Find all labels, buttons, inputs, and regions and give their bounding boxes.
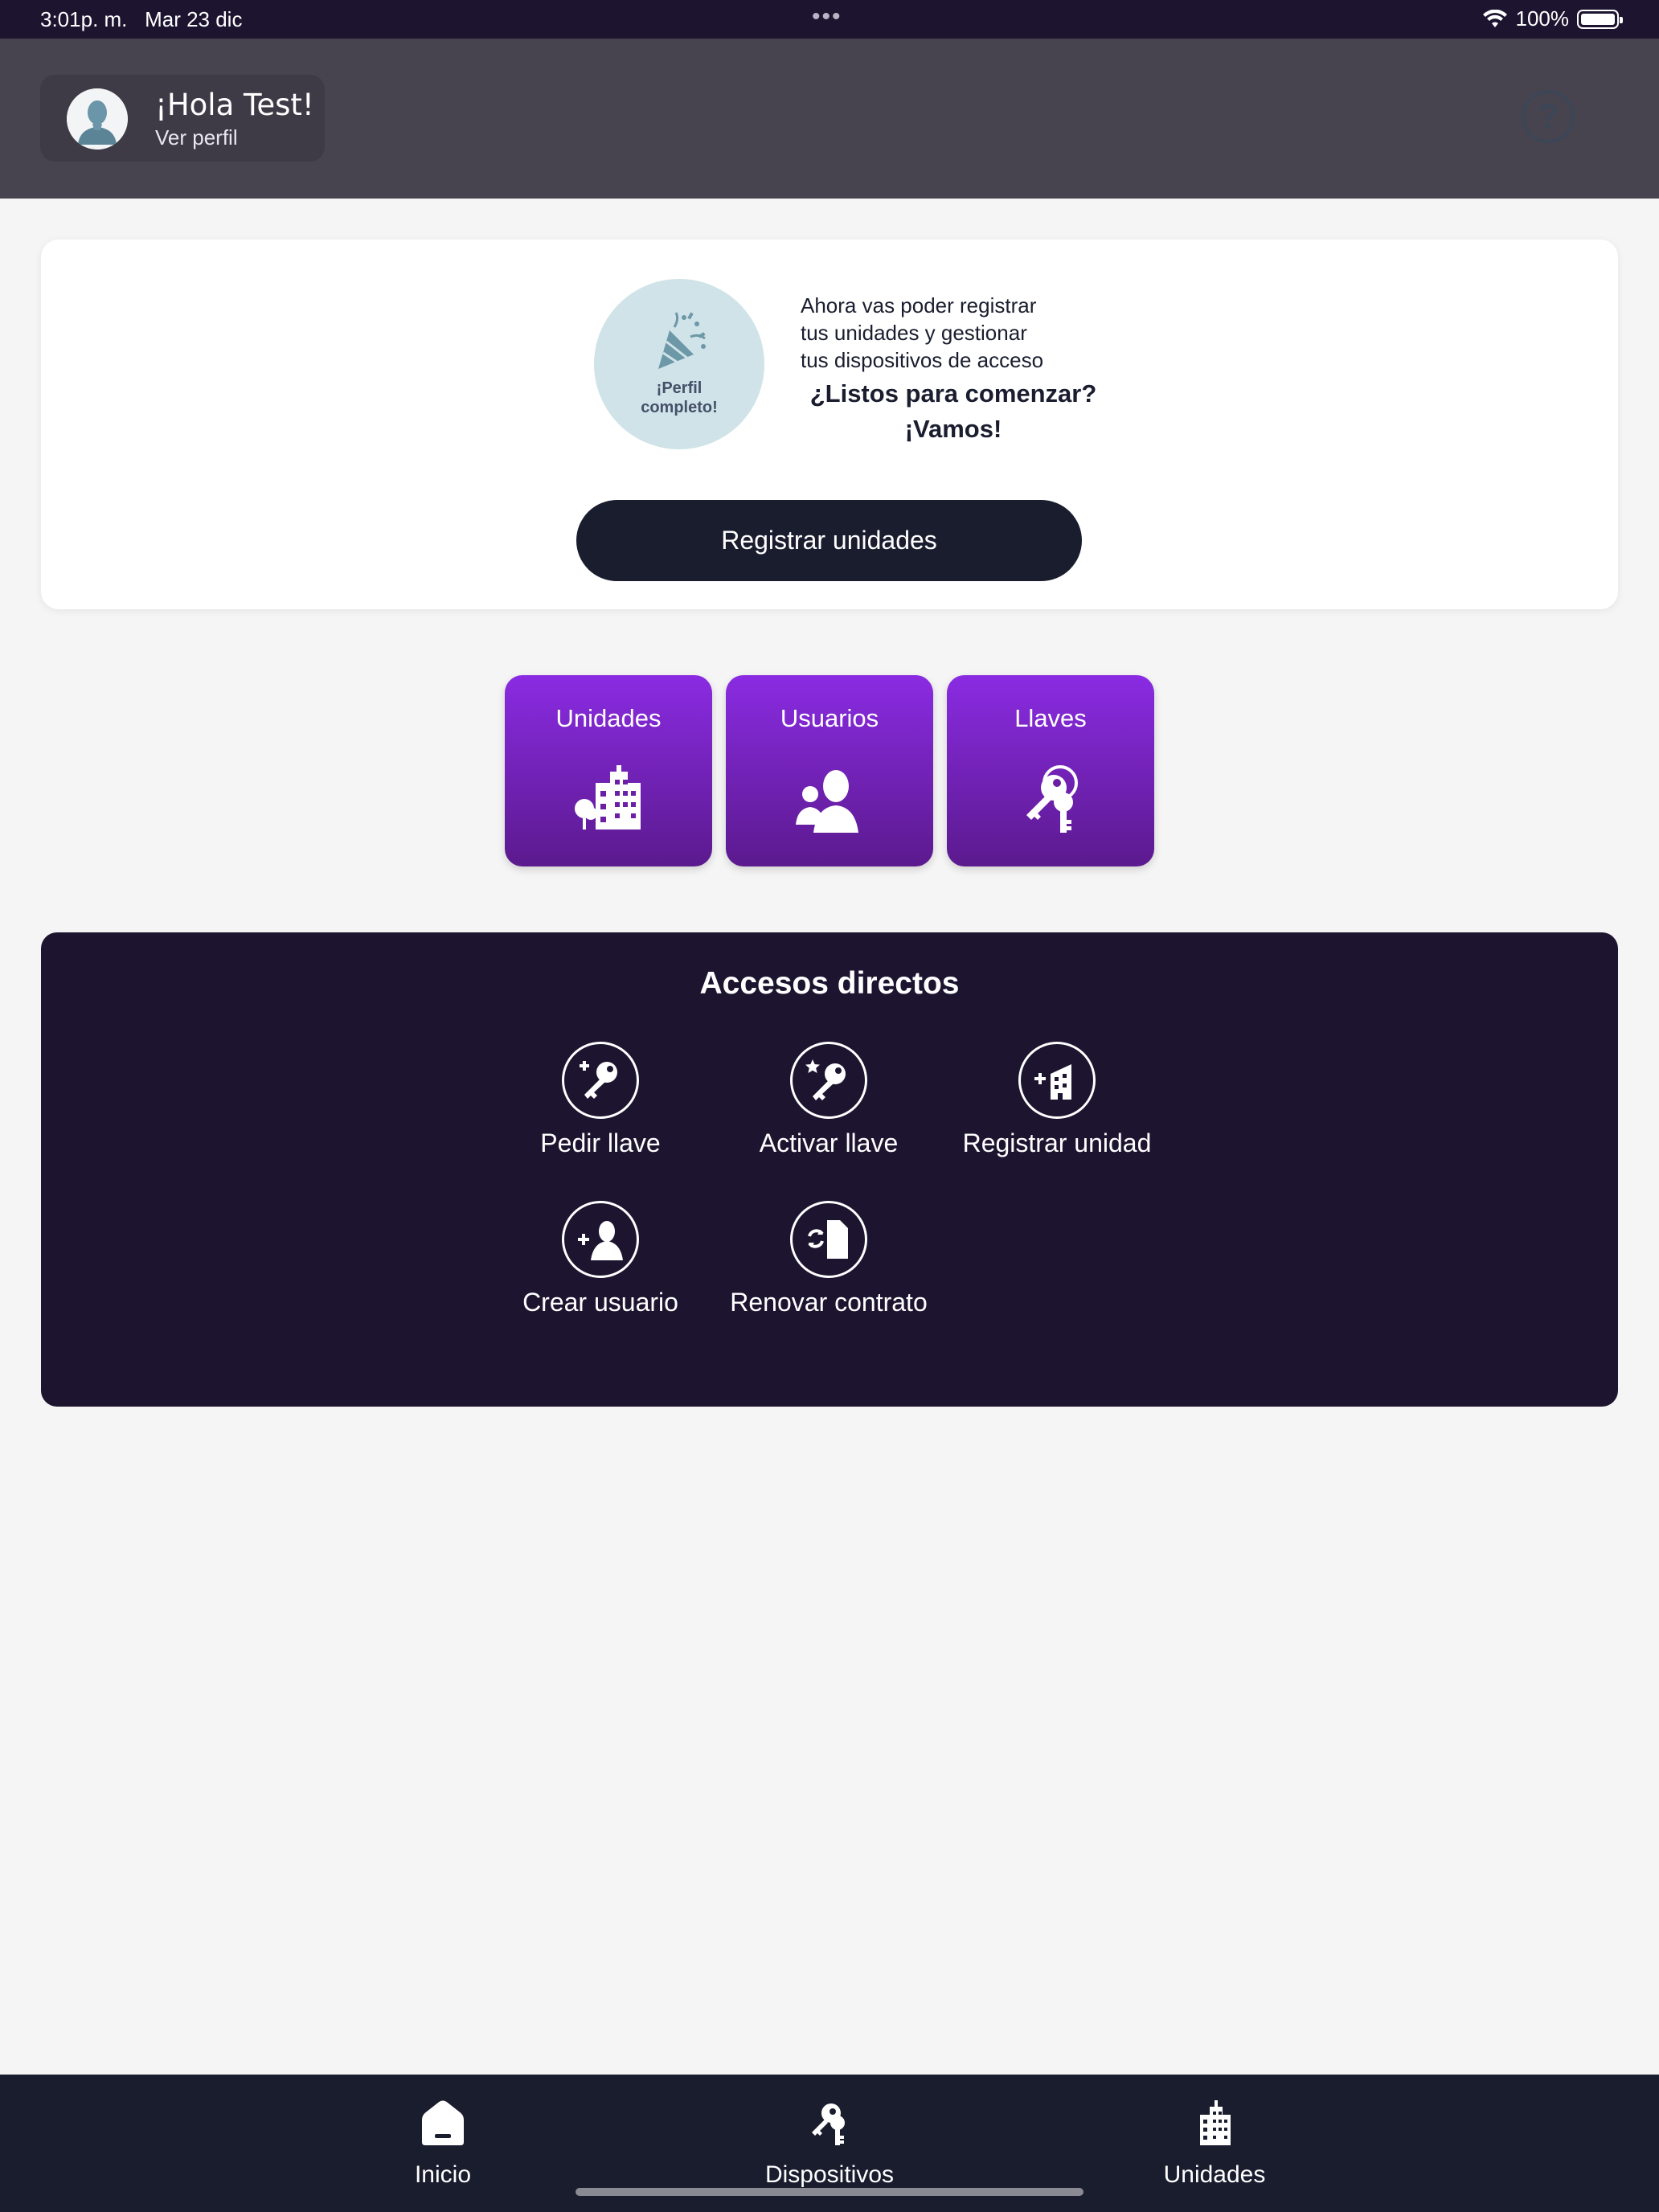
tile-llaves[interactable]: Llaves (947, 675, 1154, 866)
shortcut-label: Pedir llave (540, 1129, 661, 1157)
profile-chip[interactable]: ¡Hola Test! Ver perfil (40, 75, 325, 162)
shortcut-label: Crear usuario (522, 1288, 678, 1317)
multitasking-dots-icon[interactable]: ••• (812, 3, 842, 31)
promo-description: Ahora vas poder registrar tus unidades y… (801, 292, 1122, 374)
status-right: 100% (1482, 6, 1623, 31)
badge-label: ¡Perfil completo! (594, 379, 764, 417)
tab-label: Dispositivos (764, 2161, 895, 2188)
shortcut-label: Activar llave (759, 1129, 899, 1157)
shortcut-label: Renovar contrato (730, 1288, 928, 1317)
activate-key-icon (790, 1042, 867, 1119)
users-icon (796, 770, 858, 833)
shortcut-request-key[interactable]: Pedir llave (484, 1042, 717, 1158)
wifi-icon (1482, 9, 1507, 27)
keys-icon (1026, 765, 1078, 833)
header: ¡Hola Test! Ver perfil ? (0, 39, 1659, 199)
promo-text-line-2: tus unidades y gestionar (801, 321, 1027, 345)
party-popper-icon (658, 312, 706, 369)
shortcut-register-unit[interactable]: Registrar unidad (940, 1042, 1174, 1158)
key-icon (812, 2103, 845, 2145)
building-icon (575, 765, 641, 830)
promo-go: ¡Vamos! (904, 415, 1002, 443)
avatar-icon (67, 88, 128, 150)
shortcut-label: Registrar unidad (962, 1129, 1152, 1157)
register-units-button[interactable]: Registrar unidades (576, 500, 1082, 581)
renew-contract-icon (790, 1201, 867, 1278)
status-time-text: 3:01p. m. (40, 7, 128, 31)
tab-label: Inicio (414, 2161, 472, 2188)
shortcuts-panel: Accesos directos Pedir llave Activar lla… (41, 932, 1618, 1407)
add-user-icon (562, 1201, 639, 1278)
shortcut-create-user[interactable]: Crear usuario (484, 1201, 717, 1317)
shortcut-activate-key[interactable]: Activar llave (712, 1042, 945, 1158)
promo-text-line-1: Ahora vas poder registrar (801, 293, 1037, 317)
view-profile-link[interactable]: Ver perfil (155, 125, 238, 150)
battery-percent: 100% (1515, 6, 1570, 31)
building-icon (1200, 2100, 1231, 2145)
home-icon (422, 2100, 464, 2145)
tab-label: Unidades (1163, 2161, 1266, 2188)
help-icon[interactable]: ? (1522, 90, 1575, 143)
shortcut-renew-contract[interactable]: Renovar contrato (712, 1201, 945, 1317)
add-key-icon (562, 1042, 639, 1119)
promo-question: ¿Listos para comenzar? (809, 379, 1097, 408)
badge-line-1: ¡Perfil (656, 379, 703, 397)
tile-label: Unidades (555, 704, 662, 732)
profile-complete-card: ¡Perfil completo! Ahora vas poder regist… (41, 240, 1618, 609)
badge-line-2: completo! (641, 399, 718, 416)
tile-label: Llaves (1014, 704, 1087, 732)
promo-call-to-action: ¿Listos para comenzar? ¡Vamos! (793, 376, 1114, 447)
profile-complete-badge: ¡Perfil completo! (594, 279, 764, 449)
home-indicator[interactable] (576, 2188, 1083, 2196)
tile-unidades[interactable]: Unidades (505, 675, 712, 866)
battery-icon (1577, 9, 1623, 29)
tab-unidades[interactable]: Unidades (1094, 2075, 1335, 2212)
status-date-text: Mar 23 dic (145, 7, 243, 31)
tile-usuarios[interactable]: Usuarios (726, 675, 933, 866)
promo-text-line-3: tus dispositivos de acceso (801, 348, 1044, 372)
greeting: ¡Hola Test! (155, 88, 314, 122)
status-time: 3:01p. m. Mar 23 dic (40, 7, 242, 32)
add-building-icon (1018, 1042, 1096, 1119)
shortcuts-title: Accesos directos (699, 966, 960, 1001)
tab-inicio[interactable]: Inicio (322, 2075, 563, 2212)
status-bar: 3:01p. m. Mar 23 dic ••• 100% (0, 0, 1659, 39)
tile-label: Usuarios (780, 704, 879, 732)
